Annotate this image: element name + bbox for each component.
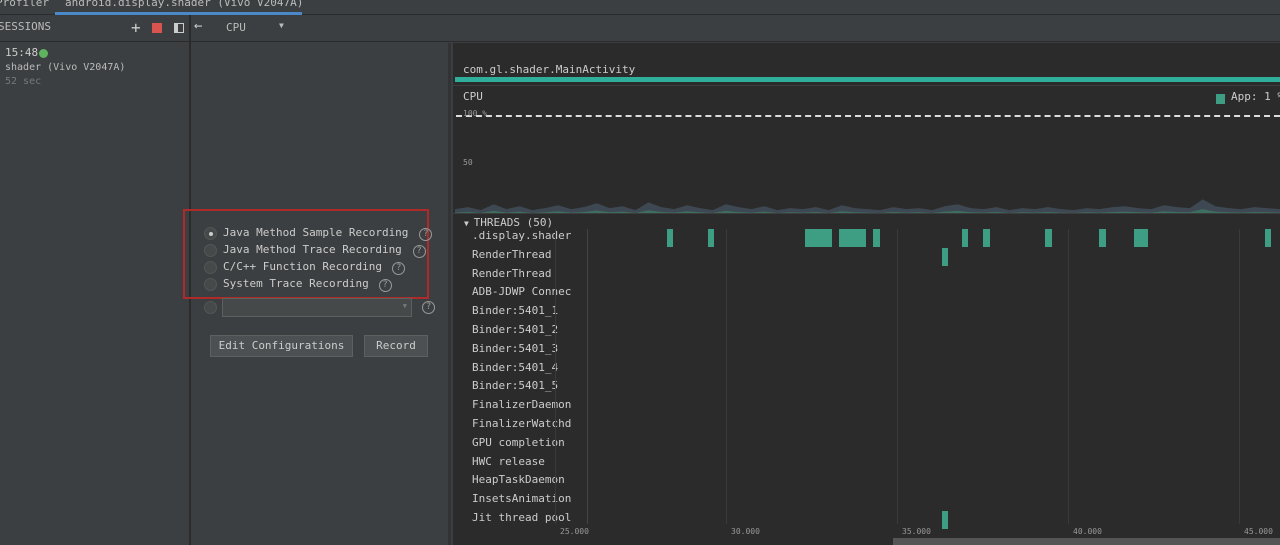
time-gridline — [1239, 229, 1240, 524]
thread-activity-span[interactable] — [1099, 229, 1106, 247]
thread-label[interactable]: FinalizerDaemon — [472, 398, 571, 411]
thread-label[interactable]: Jit thread pool — [472, 511, 571, 524]
sessions-panel: SESSIONS 15:48 shader (Vivo V2047A) 52 s… — [0, 15, 190, 545]
activity-label: com.gl.shader.MainActivity — [463, 63, 636, 76]
thread-activity-span[interactable] — [982, 229, 990, 247]
time-tick-label: 40.000 — [1073, 527, 1102, 536]
thread-label[interactable]: HWC release — [472, 455, 545, 468]
thread-label-divider — [587, 229, 588, 524]
thread-activity-span[interactable] — [707, 229, 714, 247]
time-gridline — [726, 229, 727, 524]
recording-option-radio[interactable] — [204, 261, 217, 274]
thread-label[interactable]: RenderThread — [472, 248, 551, 261]
thread-label[interactable]: InsetsAnimation — [472, 492, 571, 505]
thread-activity-span[interactable] — [838, 229, 867, 247]
time-gridline — [1068, 229, 1069, 524]
toggle-panel-icon[interactable] — [174, 23, 184, 33]
record-button[interactable]: Record — [364, 335, 428, 357]
threads-header[interactable]: ▼ THREADS (50) — [464, 216, 553, 229]
recording-option-label[interactable]: System Trace Recording — [223, 277, 369, 290]
thread-label[interactable]: Binder:5401_1 — [472, 304, 558, 317]
toolbar — [0, 15, 1280, 42]
thread-label[interactable]: RenderThread — [472, 267, 551, 280]
back-arrow-icon[interactable]: ← — [194, 18, 202, 34]
divider — [453, 213, 1280, 214]
help-icon[interactable]: ? — [422, 301, 435, 314]
tab-session[interactable]: android.display.shader (Vivo V2047A) — [65, 0, 303, 9]
divider — [453, 85, 1280, 86]
custom-config-radio[interactable] — [204, 301, 217, 314]
thread-label[interactable]: GPU completion — [472, 436, 565, 449]
threads-header-label: THREADS (50) — [473, 216, 554, 229]
session-time[interactable]: 15:48 — [5, 46, 38, 59]
custom-config-select[interactable]: ▼ — [222, 298, 412, 317]
time-tick-label: 35.000 — [902, 527, 931, 536]
add-session-icon[interactable]: + — [131, 18, 141, 37]
tab-profiler[interactable]: Profiler — [0, 0, 49, 9]
time-tick-label: 25.000 — [560, 527, 589, 536]
thread-label[interactable]: .display.shader — [472, 229, 571, 242]
stop-session-icon[interactable] — [152, 23, 162, 33]
collapse-triangle-icon: ▼ — [464, 219, 474, 228]
help-icon[interactable]: ? — [412, 245, 426, 258]
thread-activity-span[interactable] — [1134, 229, 1149, 247]
time-tick-label: 45.000 — [1244, 527, 1273, 536]
time-tick-label: 30.000 — [731, 527, 760, 536]
activity-bar[interactable] — [455, 77, 1280, 82]
edit-configurations-button[interactable]: Edit Configurations — [210, 335, 353, 357]
thread-label[interactable]: Binder:5401_4 — [472, 361, 558, 374]
thread-label[interactable]: ADB-JDWP Connec — [472, 285, 571, 298]
recording-option-label[interactable]: C/C++ Function Recording — [223, 260, 382, 273]
help-icon[interactable]: ? — [378, 279, 392, 292]
app-legend-label: App: 1 % — [1231, 90, 1280, 103]
session-duration: 52 sec — [5, 76, 42, 87]
thread-label[interactable]: Binder:5401_2 — [472, 323, 558, 336]
monitor-select-value: CPU — [226, 21, 246, 34]
app-legend-swatch — [1216, 94, 1225, 104]
cpu-usage-chart — [455, 199, 1280, 213]
chevron-down-icon: ▼ — [279, 21, 284, 30]
recording-option-label[interactable]: Java Method Trace Recording — [223, 243, 402, 256]
thread-activity-span[interactable] — [666, 229, 673, 247]
time-gridline — [555, 229, 556, 524]
thread-activity-span[interactable] — [961, 229, 969, 247]
thread-label[interactable]: Binder:5401_3 — [472, 342, 558, 355]
thread-label[interactable]: Binder:5401_5 — [472, 379, 558, 392]
thread-label[interactable]: FinalizerWatchd — [472, 417, 571, 430]
time-gridline — [897, 229, 898, 524]
recording-option-radio[interactable] — [204, 244, 217, 257]
cpu-total-area — [455, 199, 1280, 213]
recording-option-label[interactable]: Java Method Sample Recording — [223, 226, 408, 239]
thread-activity-span[interactable] — [942, 511, 949, 529]
thread-activity-span[interactable] — [805, 229, 833, 247]
monitor-select[interactable]: CPU ▼ — [226, 21, 292, 36]
recording-option-radio[interactable] — [204, 278, 217, 291]
recording-option-radio[interactable] — [204, 227, 217, 240]
thread-activity-span[interactable] — [873, 229, 880, 247]
cpu-title: CPU — [463, 90, 483, 103]
live-indicator-icon — [39, 49, 48, 58]
thread-activity-span[interactable] — [1264, 229, 1272, 247]
chevron-down-icon: ▼ — [402, 302, 407, 310]
thread-label[interactable]: HeapTaskDaemon — [472, 473, 565, 486]
horizontal-scrollbar[interactable] — [893, 538, 1280, 545]
session-name[interactable]: shader (Vivo V2047A) — [5, 62, 125, 73]
thread-activity-span[interactable] — [1045, 229, 1052, 247]
thread-activity-span[interactable] — [942, 247, 949, 266]
